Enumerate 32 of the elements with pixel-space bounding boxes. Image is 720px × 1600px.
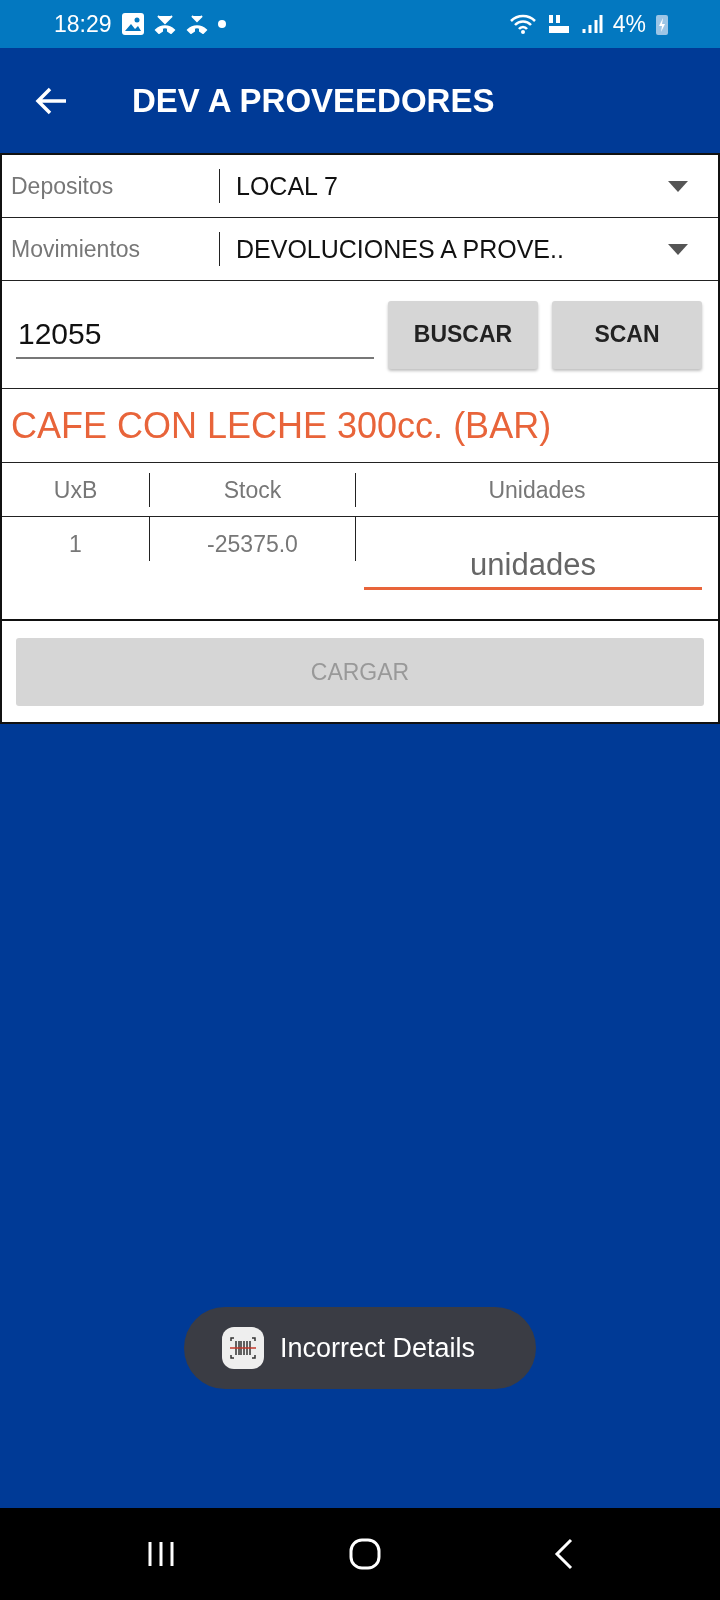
table-cell-text: 1 — [69, 530, 82, 559]
column-header: Unidades — [488, 475, 586, 505]
home-icon[interactable] — [349, 1538, 381, 1570]
wifi-icon — [508, 13, 537, 35]
back-icon[interactable] — [553, 1538, 574, 1570]
column-header: UxB — [53, 475, 98, 505]
screen-title: DEV A PROVEEDORES — [132, 81, 495, 120]
scan-button[interactable]: SCAN — [552, 300, 702, 369]
recent-apps-icon[interactable] — [146, 1540, 177, 1568]
battery-charging-icon — [656, 13, 668, 35]
status-time: 18:29 — [54, 10, 112, 38]
volte-icon — [546, 13, 571, 35]
product-name: CAFE CON LECHE 300cc. (BAR) — [11, 404, 552, 447]
gallery-notification-icon — [121, 13, 144, 35]
dropdown-select[interactable]: LOCAL 7 — [220, 171, 718, 201]
table-cell-text: -25375.0 — [207, 530, 298, 559]
search-button[interactable]: BUSCAR — [388, 300, 538, 369]
code-input-field[interactable]: 12055 — [16, 310, 374, 359]
dropdown-caret-icon — [668, 180, 688, 192]
signal-icon — [580, 13, 603, 35]
battery-percent: 4% — [612, 10, 646, 38]
missed-call-icon — [153, 14, 176, 34]
barcode-scanner-icon — [222, 1327, 264, 1369]
back-icon[interactable] — [34, 85, 68, 116]
field-label: Movimientos — [2, 232, 220, 266]
missed-call-icon — [185, 14, 208, 34]
dot-icon — [217, 20, 226, 28]
column-header: Stock — [223, 475, 282, 505]
dropdown-caret-icon — [668, 243, 688, 255]
toast-message: Incorrect Details — [280, 1332, 476, 1364]
field-label: Depositos — [2, 169, 220, 203]
dropdown-select[interactable]: DEVOLUCIONES A PROVE.. — [220, 234, 718, 264]
